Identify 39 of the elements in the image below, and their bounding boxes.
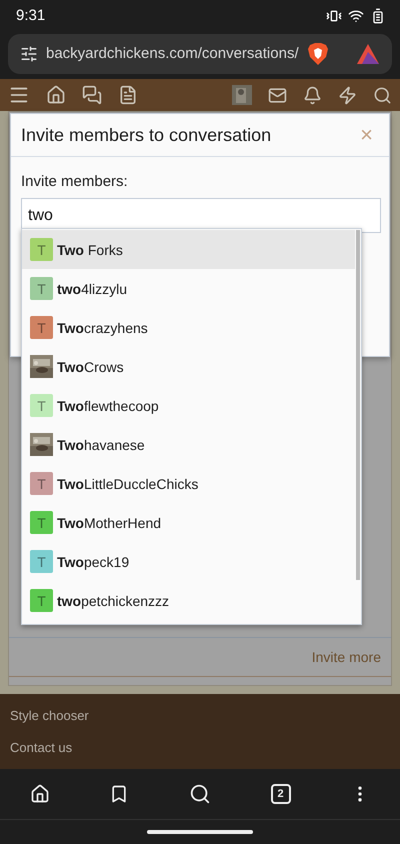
site-settings-icon[interactable] bbox=[20, 44, 38, 62]
suggestion-item[interactable]: T two4lizzylu bbox=[22, 269, 355, 308]
suggestion-item[interactable]: T TwoMotherHend bbox=[22, 503, 355, 542]
vibrate-icon bbox=[326, 8, 342, 24]
home-icon[interactable] bbox=[30, 784, 50, 804]
suggestion-item[interactable]: T Two Forks bbox=[22, 230, 355, 269]
lion-shield-icon[interactable] bbox=[306, 42, 329, 66]
suggestion-item[interactable]: TwoCrows bbox=[22, 347, 355, 386]
triangle-logo-icon[interactable] bbox=[356, 42, 380, 64]
lightning-icon[interactable] bbox=[338, 86, 357, 105]
wifi-icon bbox=[348, 8, 364, 24]
search-icon[interactable] bbox=[188, 783, 211, 806]
avatar: T bbox=[30, 550, 53, 573]
dialog-title: Invite members to conversation bbox=[21, 124, 272, 146]
suggestion-item[interactable]: Twohavanese bbox=[22, 425, 355, 464]
gesture-bar[interactable] bbox=[147, 830, 253, 834]
suggestion-item[interactable]: T TwoLittleDuccleChicks bbox=[22, 464, 355, 503]
clock: 9:31 bbox=[16, 7, 46, 24]
scrollbar[interactable] bbox=[356, 230, 360, 580]
tab-count-button[interactable]: 2 bbox=[270, 784, 291, 804]
address-bar[interactable]: backyardchickens.com/conversations/ bbox=[8, 34, 392, 74]
footer-link[interactable]: Style chooser bbox=[10, 708, 89, 723]
footer-link[interactable]: Contact us bbox=[10, 740, 72, 755]
field-label: Invite members: bbox=[20, 172, 129, 192]
chat-icon[interactable] bbox=[82, 85, 102, 106]
avatar: T bbox=[30, 589, 53, 612]
avatar: T bbox=[30, 394, 53, 417]
avatar: T bbox=[30, 277, 53, 300]
suggestion-item[interactable]: T Twocrazyhens bbox=[22, 308, 355, 347]
document-icon[interactable] bbox=[118, 85, 138, 106]
avatar: T bbox=[30, 238, 53, 261]
suggestion-item[interactable]: T Twopeck19 bbox=[22, 542, 355, 581]
avatar: T bbox=[30, 511, 53, 534]
avatar: T bbox=[30, 316, 53, 339]
mail-icon[interactable] bbox=[268, 86, 287, 105]
bell-icon[interactable] bbox=[303, 86, 322, 105]
suggestion-item[interactable]: T Twoflewthecoop bbox=[22, 386, 355, 425]
avatar: T bbox=[30, 472, 53, 495]
suggestion-item[interactable]: T twopetchickenzzz bbox=[22, 581, 355, 620]
